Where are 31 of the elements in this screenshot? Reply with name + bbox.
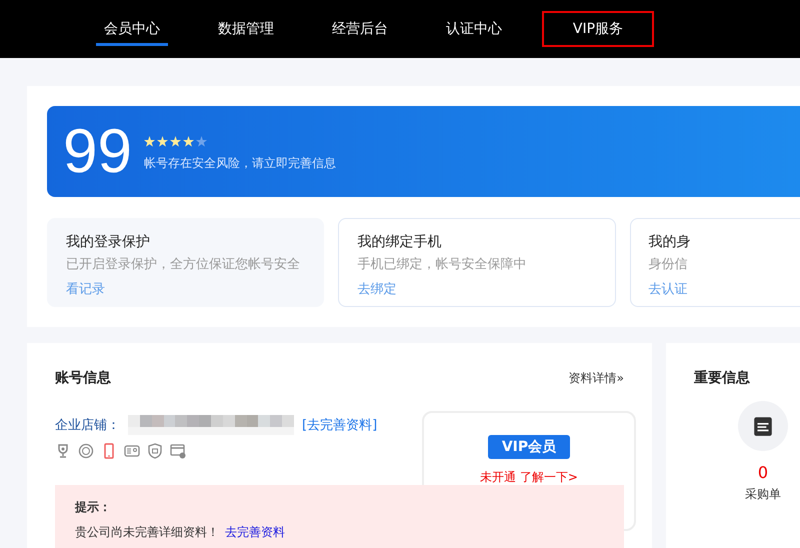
security-message: 帐号存在安全风险，请立即完善信息 (144, 154, 336, 172)
notepad-icon (752, 415, 774, 437)
shop-label: 企业店铺： (55, 417, 120, 434)
card-description: 已开启登录保护，全方位保证您帐号安全 (66, 256, 301, 273)
card-title: 我的身 (648, 233, 692, 251)
tip-text: 贵公司尚未完善详细资料！ (75, 524, 219, 541)
tip-title: 提示： (75, 499, 112, 516)
card-title: 我的登录保护 (66, 233, 151, 251)
nav-tab[interactable]: VIP服务 (542, 11, 654, 47)
card-title: 我的绑定手机 (357, 233, 442, 251)
panel-title: 重要信息 (694, 369, 751, 387)
star-icon (144, 136, 155, 146)
nav-tab[interactable]: 数据管理 (200, 0, 292, 58)
star-icon (196, 136, 207, 146)
card-description: 身份信 (648, 256, 689, 273)
item-label: 采购单 (745, 486, 781, 503)
panel-title: 账号信息 (55, 369, 111, 387)
star-icon (182, 136, 194, 146)
complete-profile-link[interactable]: [去完善资料] (302, 416, 378, 434)
complete-profile-link[interactable]: 去完善资料 (225, 524, 285, 541)
star-icon (156, 136, 168, 146)
count: 0 (758, 463, 768, 482)
nav-tab[interactable]: 经营后台 (314, 0, 406, 58)
card-description: 手机已绑定，帐号安全保障中 (357, 256, 528, 273)
nav-tab[interactable]: 会员中心 (86, 0, 178, 58)
nav-tab[interactable]: 认证中心 (428, 0, 520, 58)
security-score: 99 (63, 120, 132, 182)
vip-status-link[interactable]: 未开通 了解一下> (480, 469, 578, 486)
details-link[interactable]: 资料详情» (568, 370, 624, 386)
vip-badge: VIP会员 (488, 435, 570, 459)
star-icon (170, 136, 181, 146)
